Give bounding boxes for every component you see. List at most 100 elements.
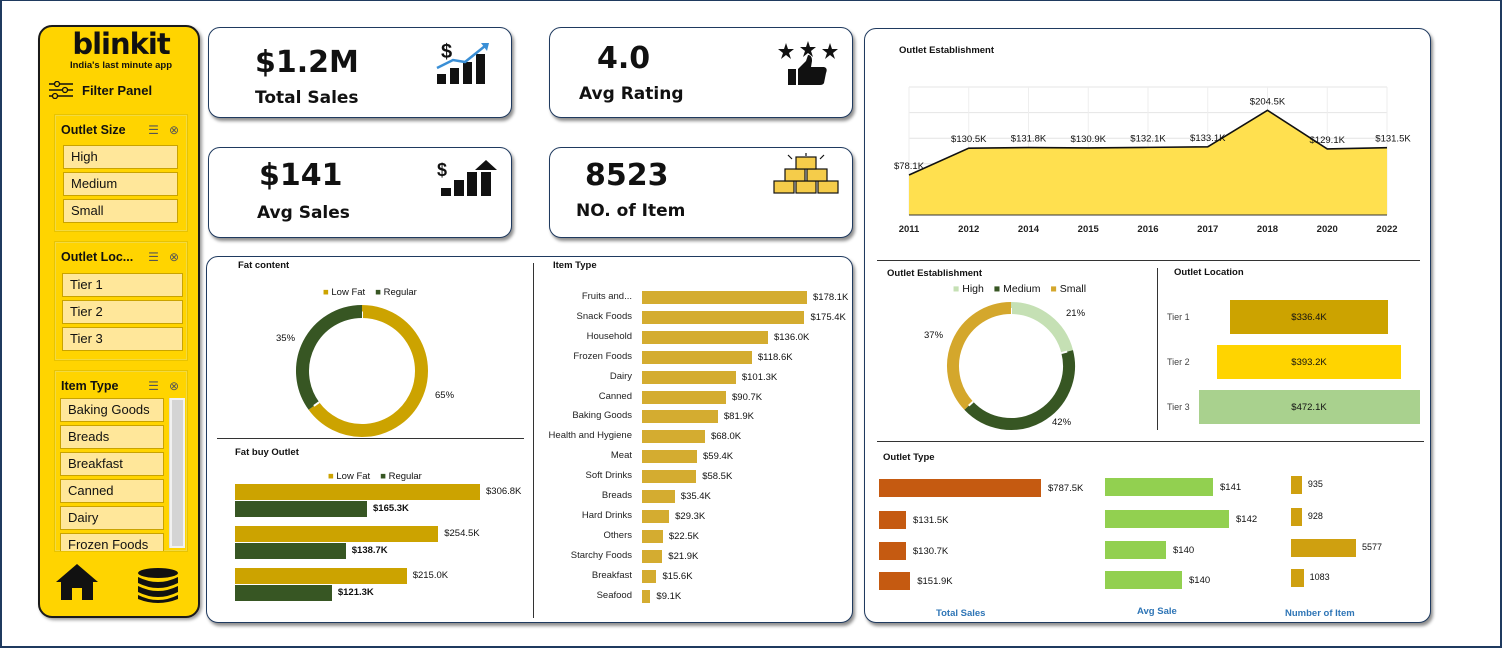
slicer-outlet-size: Outlet Size ☰ ⊗ High Medium Small	[54, 114, 188, 232]
category-label: Seafood	[596, 589, 632, 601]
bar-value-label: $141	[1220, 482, 1242, 493]
bar-item-type	[642, 310, 805, 324]
legend-low-fat: Low Fat	[331, 287, 366, 298]
category-label: Soft Drinks	[585, 470, 632, 482]
category-label: Tier 3	[1167, 402, 1190, 412]
multi-select-icon[interactable]: ☰	[148, 250, 159, 264]
column-label-number-of-item: Number of Item	[1285, 608, 1355, 619]
slicer-item-high[interactable]: High	[63, 145, 178, 169]
slicer-item-tier-2[interactable]: Tier 2	[62, 300, 183, 324]
bar-value-label: $142	[1236, 514, 1258, 525]
bar-value-label: $136.0K	[773, 331, 810, 343]
slicer-item-type: Item Type ☰ ⊗ Baking Goods Breads Breakfa…	[54, 370, 188, 552]
stars-thumbs-up-icon	[778, 41, 838, 85]
filter-sliders-icon	[49, 81, 73, 99]
panel-divider	[217, 438, 524, 439]
donut-slice-small	[947, 302, 1012, 410]
donut-slice-low-fat	[308, 305, 428, 437]
slicer-item-dairy[interactable]: Dairy	[60, 506, 164, 530]
category-label: Others	[603, 529, 632, 541]
slicer-item-breakfast[interactable]: Breakfast	[60, 452, 164, 476]
bar-low-fat	[235, 568, 407, 584]
data-label: $204.5K	[1250, 96, 1286, 107]
panel-divider	[877, 260, 1420, 261]
bar-low-fat	[235, 484, 480, 500]
chart-title-outlet-type: Outlet Type	[883, 452, 935, 463]
bar-number-of-item	[1291, 508, 1302, 526]
multi-select-icon[interactable]: ☰	[148, 123, 159, 137]
legend-low-fat: Low Fat	[336, 471, 371, 482]
bar-item-type	[642, 291, 807, 304]
legend-outlet-size: ■ High ■ Medium ■ Small	[953, 283, 1087, 295]
kpi-value: $1.2M	[255, 45, 359, 80]
data-label: $78.1K	[894, 161, 925, 172]
bar-total-sales	[879, 542, 906, 560]
bar-value-label: 1083	[1309, 572, 1330, 582]
bar-total-sales	[879, 511, 907, 529]
clear-filter-icon[interactable]: ⊗	[169, 250, 179, 264]
clear-filter-icon[interactable]: ⊗	[169, 379, 179, 393]
kpi-avg-rating: 4.0 Avg Rating	[549, 27, 853, 118]
clear-filter-icon[interactable]: ⊗	[169, 123, 179, 137]
bar-item-type	[642, 589, 651, 603]
kpi-avg-sales: $141 Avg Sales $	[208, 147, 512, 238]
category-label: Frozen Foods	[573, 350, 632, 362]
bar-item-type	[642, 430, 705, 444]
legend-fat-content: ■ Low Fat ■ Regular	[323, 287, 417, 298]
bar-value-label: $472.1K	[1291, 402, 1327, 413]
bar-regular	[235, 501, 367, 517]
bar-value-label: $81.9K	[723, 411, 754, 423]
home-icon[interactable]	[54, 562, 100, 602]
slicer-item-breads[interactable]: Breads	[60, 425, 164, 449]
data-label: $130.9K	[1071, 134, 1107, 145]
category-label: Canned	[598, 390, 632, 402]
column-label-total-sales: Total Sales	[936, 608, 986, 619]
slicer-item-small[interactable]: Small	[63, 199, 178, 223]
fat-item-panel: Fat content ■ Low Fat ■ Regular 65% 35% …	[206, 256, 853, 623]
bar-low-fat	[235, 526, 439, 542]
bar-total-sales	[879, 479, 1041, 497]
bar-value-label: $336.4K	[1291, 312, 1327, 323]
chart-title-outlet-location: Outlet Location	[1174, 267, 1244, 278]
x-tick-label: 2016	[1137, 224, 1158, 235]
slicer-scrollbar[interactable]	[169, 398, 185, 548]
bar-value-label: $29.3K	[675, 510, 706, 522]
category-label: Baking Goods	[572, 410, 632, 422]
bar-item-type	[642, 450, 698, 464]
slicer-item-frozen-foods[interactable]: Frozen Foods	[60, 533, 164, 551]
slicer-item-medium[interactable]: Medium	[63, 172, 178, 196]
panel-divider	[1157, 268, 1158, 430]
bar-value-label: $35.4K	[680, 491, 711, 502]
chart-title-item-type: Item Type	[553, 260, 597, 271]
multi-select-icon[interactable]: ☰	[148, 379, 159, 393]
pie-label-low-fat: 65%	[435, 390, 455, 401]
donut-outlet-size	[947, 302, 1075, 430]
slicer-title: Item Type	[61, 379, 119, 393]
x-tick-label: 2012	[958, 224, 979, 235]
category-label: Hard Drinks	[581, 509, 632, 521]
scrollbar-thumb[interactable]	[172, 400, 183, 546]
slicer-item-canned[interactable]: Canned	[60, 479, 164, 503]
slicer-item-tier-1[interactable]: Tier 1	[62, 273, 183, 297]
area-chart-outlet-establishment: 2011 $78.1K 2012 $130.5K 2014 $131.8K 2015 $130…	[894, 86, 1411, 235]
donut-fat-content	[296, 305, 428, 437]
database-icon[interactable]	[136, 567, 180, 605]
category-label: Health and Hygiene	[548, 430, 632, 442]
slicer-item-baking-goods[interactable]: Baking Goods	[60, 398, 164, 422]
category-label: Meat	[610, 450, 632, 462]
chart-title-outlet-size: Outlet Establishment	[887, 268, 983, 279]
slicer-item-tier-3[interactable]: Tier 3	[62, 327, 183, 351]
bar-label-regular: $121.3K	[337, 587, 374, 598]
bar-value-label: $59.4K	[703, 451, 734, 463]
bar-item-type	[642, 529, 663, 543]
bar-number-of-item	[1291, 569, 1304, 587]
bar-number-of-item	[1291, 539, 1356, 557]
donut-slice-medium	[964, 350, 1075, 430]
bar-label-regular: $138.7K	[351, 545, 388, 556]
bar-value-label: $140	[1173, 545, 1195, 556]
data-label: $130.5K	[951, 134, 987, 145]
bar-value-label: $393.2K	[1291, 357, 1327, 368]
bar-item-type	[642, 390, 727, 404]
bar-item-type	[642, 490, 675, 503]
x-tick-label: 2011	[899, 224, 920, 235]
